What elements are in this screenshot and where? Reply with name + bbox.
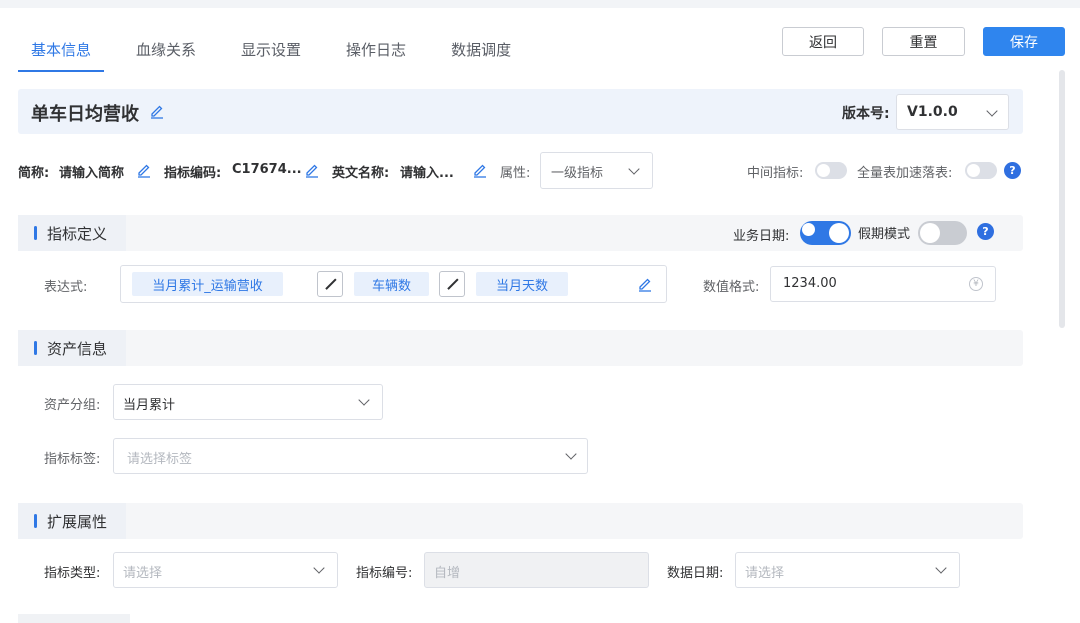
full-accel-label: 全量表加速落表: [857,166,953,181]
section-extended-header: 扩展属性 [18,503,1023,539]
holiday-mode-label: 假期模式 [858,227,911,242]
indicator-number-input: 自增 [424,552,649,588]
middle-indicator-toggle[interactable] [815,162,847,179]
section-marker [34,341,37,355]
attribute-value: 一级指标 [551,166,604,181]
edit-icon[interactable] [472,162,488,178]
asset-group-value: 当月累计 [123,398,176,413]
section-marker [34,226,37,240]
expression-chip[interactable]: 当月天数 [476,272,568,296]
tab-operation-log[interactable]: 操作日志 [333,30,419,72]
yuan-icon: ¥ [969,277,983,291]
chevron-down-icon [986,105,998,117]
section-title: 扩展属性 [47,513,108,531]
version-select[interactable]: V1.0.0 [896,94,1009,130]
indicator-number-placeholder: 自增 [434,566,461,581]
help-icon[interactable]: ? [1004,162,1021,179]
chevron-down-icon [565,448,577,460]
chevron-down-icon [628,163,640,175]
scrollbar[interactable] [1059,70,1065,328]
version-label: 版本号: [842,106,890,122]
toggle-knob [829,223,849,243]
tab-data-scheduling[interactable]: 数据调度 [438,30,524,72]
section-assets-header: 资产信息 [18,330,1023,366]
section-title: 指标定义 [47,225,108,243]
tab-display-settings[interactable]: 显示设置 [228,30,314,72]
save-button[interactable]: 保存 [983,27,1065,56]
section-tag-partial [18,614,130,623]
version-value: V1.0.0 [907,104,958,120]
full-accel-toggle[interactable] [965,162,997,179]
divide-operator[interactable] [439,271,465,297]
indicator-number-label: 指标编号: [356,566,413,581]
section-title: 资产信息 [47,340,108,358]
short-name-value: 请输入简称 [59,166,125,181]
chevron-down-icon [313,562,325,574]
attribute-label: 属性: [500,166,531,181]
top-strip [0,0,1080,8]
tab-basic-info[interactable]: 基本信息 [18,30,105,72]
chevron-down-icon [935,562,947,574]
indicator-tag-placeholder: 请选择标签 [127,452,193,467]
business-date-label: 业务日期: [733,229,790,244]
english-name-label: 英文名称: [332,166,390,181]
edit-icon[interactable] [149,103,165,119]
code-label: 指标编码: [164,166,222,181]
section-definition-header: 指标定义 业务日期: 假期模式 ? [18,215,1023,251]
expression-label: 表达式: [44,280,88,295]
number-format-label: 数值格式: [703,280,760,295]
english-name-value: 请输入... [400,166,454,181]
number-format-input[interactable]: 1234.00 ¥ [770,266,996,302]
attribute-select[interactable]: 一级指标 [540,152,653,189]
business-date-toggle[interactable] [800,221,851,245]
edit-icon[interactable] [304,162,320,178]
code-value: C17674... [232,162,302,177]
tab-lineage[interactable]: 血缘关系 [123,30,209,72]
divide-operator[interactable] [317,271,343,297]
asset-group-label: 资产分组: [44,398,101,413]
data-date-select[interactable]: 请选择 [735,552,960,588]
tab-bar: 基本信息 血缘关系 显示设置 操作日志 数据调度 [18,30,543,72]
back-button[interactable]: 返回 [782,27,864,56]
indicator-type-label: 指标类型: [44,566,101,581]
help-icon[interactable]: ? [977,223,994,240]
expression-editor[interactable]: 当月累计_运输营收 车辆数 当月天数 [120,265,667,303]
indicator-type-placeholder: 请选择 [123,566,163,581]
middle-indicator-label: 中间指标: [747,166,804,181]
short-name-label: 简称: [18,166,50,181]
page-title: 单车日均营收 [31,104,139,125]
expression-chip[interactable]: 当月累计_运输营收 [132,272,283,296]
indicator-tag-select[interactable]: 请选择标签 [113,438,588,474]
number-format-value: 1234.00 [783,276,837,291]
asset-group-select[interactable]: 当月累计 [113,384,383,420]
expression-chip[interactable]: 车辆数 [354,272,429,296]
info-row: 简称: 请输入简称 指标编码: C17674... 英文名称: 请输入... 属… [18,152,1028,190]
reset-button[interactable]: 重置 [882,27,965,56]
section-marker [34,514,37,528]
edit-icon[interactable] [136,162,152,178]
data-date-placeholder: 请选择 [745,566,785,581]
holiday-mode-toggle[interactable] [918,221,967,245]
chevron-down-icon [358,394,370,406]
toggle-knob [920,223,940,243]
data-date-label: 数据日期: [667,566,724,581]
title-bar: 单车日均营收 版本号: V1.0.0 [18,89,1023,134]
indicator-tag-label: 指标标签: [44,452,101,467]
indicator-type-select[interactable]: 请选择 [113,552,338,588]
edit-icon[interactable] [637,276,653,292]
